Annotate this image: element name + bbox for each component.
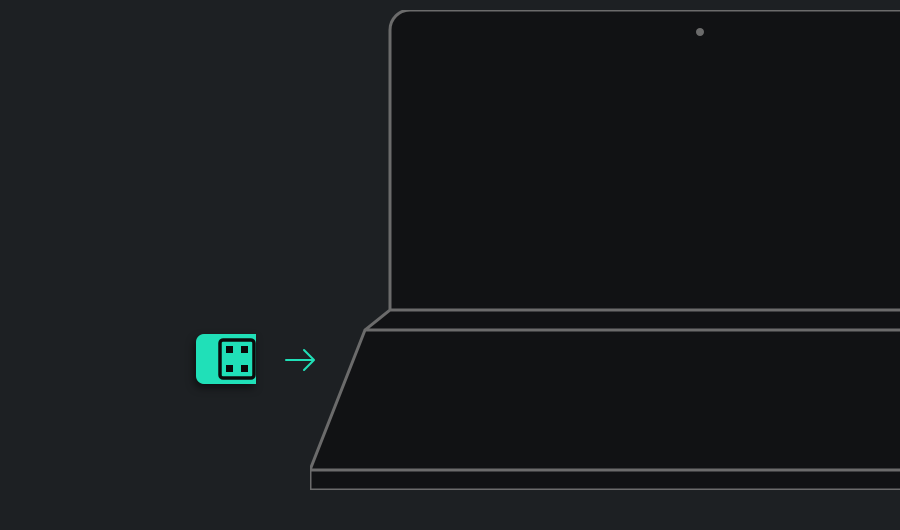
usb-label: USB [200, 342, 217, 376]
laptop-icon [310, 10, 900, 490]
usb-receiver-icon: USB [196, 334, 256, 384]
